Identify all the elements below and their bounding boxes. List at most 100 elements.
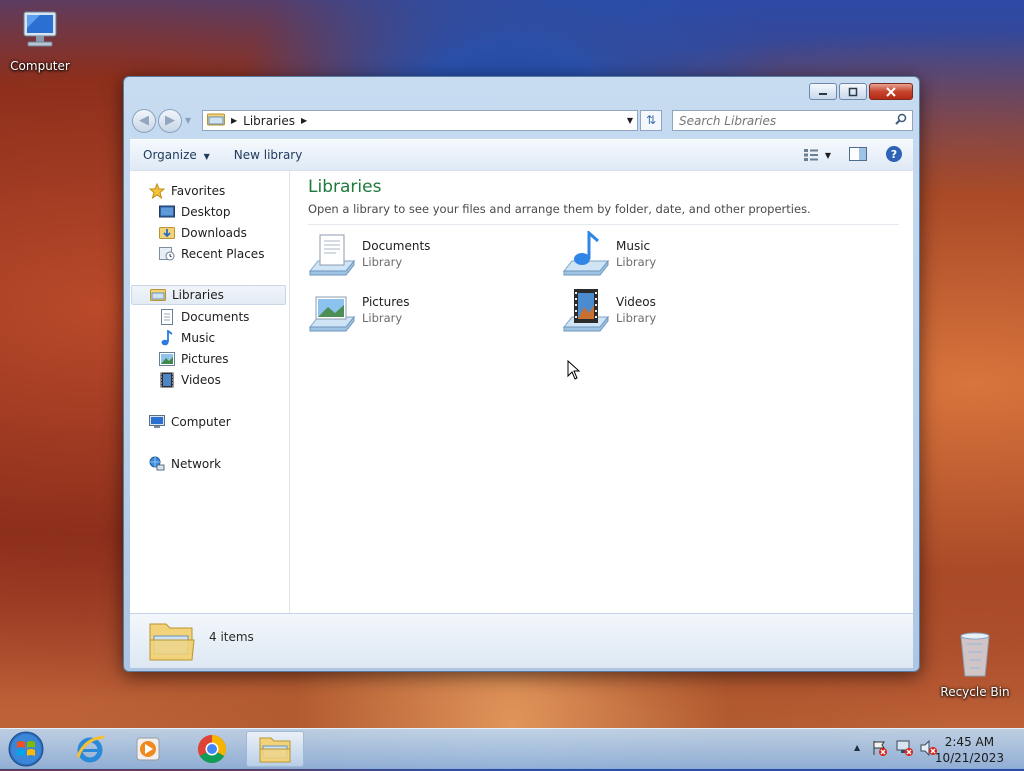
search-box[interactable]	[672, 110, 913, 131]
desktop-computer-icon[interactable]: Computer	[0, 10, 80, 73]
divider	[308, 224, 899, 225]
sidebar-item-label: Downloads	[181, 226, 247, 240]
item-count: 4 items	[209, 630, 254, 644]
library-type: Library	[362, 311, 403, 325]
content-pane: Libraries Open a library to see your fil…	[290, 171, 913, 614]
show-hidden-icons-button[interactable]: ▲	[854, 743, 860, 752]
minimize-icon	[819, 92, 827, 95]
refresh-button[interactable]: ⇅	[640, 110, 662, 131]
sidebar-item-desktop[interactable]: Desktop	[130, 202, 316, 222]
pictures-icon	[159, 351, 175, 367]
svg-text:?: ?	[891, 148, 897, 161]
sidebar-item-label: Computer	[171, 415, 231, 429]
desktop-computer-label: Computer	[10, 59, 70, 73]
library-music[interactable]: Music Library	[562, 229, 792, 281]
taskbar-chrome[interactable]	[184, 731, 240, 767]
breadcrumb-arrow-icon[interactable]: ▶	[231, 116, 237, 125]
taskbar-media-player[interactable]	[121, 731, 177, 767]
sidebar-item-libraries[interactable]: Libraries	[131, 285, 286, 305]
page-title: Libraries	[308, 177, 382, 197]
organize-menu[interactable]: Organize ▼	[130, 148, 222, 162]
sidebar-item-label: Libraries	[172, 288, 224, 302]
sidebar-item-downloads[interactable]: Downloads	[130, 223, 316, 243]
library-type: Library	[616, 311, 657, 325]
library-videos[interactable]: Videos Library	[562, 287, 792, 337]
sidebar-item-videos[interactable]: Videos	[130, 370, 316, 390]
close-button[interactable]	[869, 83, 913, 100]
videos-library-icon	[562, 287, 610, 335]
library-name: Music	[616, 239, 651, 253]
change-view-button[interactable]: ▼	[803, 148, 831, 162]
start-button[interactable]	[6, 730, 46, 771]
sidebar-item-label: Network	[171, 457, 222, 471]
library-name: Pictures	[362, 295, 410, 309]
preview-pane-button[interactable]	[849, 146, 867, 164]
search-icon[interactable]	[895, 113, 907, 128]
system-clock[interactable]: 2:45 AM 10/21/2023	[935, 734, 1004, 766]
recent-pages-dropdown[interactable]: ▼	[185, 116, 191, 125]
forward-arrow-icon: ▶	[165, 113, 175, 128]
explorer-body: Favorites Desktop Downloads Recent Place…	[130, 170, 913, 614]
chrome-icon	[198, 735, 226, 763]
libraries-folder-icon	[148, 618, 196, 667]
sidebar-item-music[interactable]: Music	[130, 328, 316, 348]
taskbar-internet-explorer[interactable]	[62, 731, 118, 767]
star-icon	[149, 183, 165, 199]
clock-date: 10/21/2023	[934, 751, 1004, 765]
forward-button[interactable]: ▶	[158, 109, 182, 133]
navigation-pane: Favorites Desktop Downloads Recent Place…	[130, 171, 290, 614]
new-library-button[interactable]: New library	[222, 148, 315, 162]
help-button[interactable]: ?	[885, 145, 903, 166]
navigation-bar: ◀ ▶ ▼ ▶ Libraries ▶ ▼ ⇅	[130, 107, 913, 135]
windows-logo-icon	[8, 731, 44, 767]
address-bar[interactable]: ▶ Libraries ▶ ▼	[202, 110, 638, 131]
music-note-icon	[159, 330, 175, 346]
new-library-label: New library	[233, 148, 303, 162]
back-arrow-icon: ◀	[139, 113, 149, 128]
file-explorer-icon	[259, 737, 291, 763]
back-button[interactable]: ◀	[132, 109, 156, 133]
library-name: Documents	[362, 239, 431, 253]
library-documents[interactable]: Documents Library	[308, 231, 538, 281]
sidebar-item-computer[interactable]: Computer	[130, 412, 306, 432]
sidebar-item-label: Pictures	[181, 352, 229, 366]
documents-icon	[159, 309, 175, 325]
downloads-folder-icon	[159, 225, 175, 241]
sidebar-item-network[interactable]: Network	[130, 454, 306, 474]
view-options-icon	[803, 149, 818, 161]
window-controls	[807, 83, 913, 100]
network-status-icon[interactable]	[896, 740, 914, 759]
recent-places-icon	[159, 246, 175, 262]
sidebar-item-label: Desktop	[181, 205, 231, 219]
details-pane: 4 items	[130, 613, 913, 668]
page-description: Open a library to see your files and arr…	[308, 202, 811, 216]
library-type: Library	[362, 255, 403, 269]
action-center-icon[interactable]	[872, 740, 888, 759]
sidebar-item-label: Favorites	[171, 184, 226, 198]
breadcrumb-libraries[interactable]: Libraries	[243, 114, 295, 128]
sidebar-item-favorites[interactable]: Favorites	[130, 181, 306, 201]
breadcrumb-arrow-icon[interactable]: ▶	[301, 116, 307, 125]
video-film-icon	[159, 372, 175, 388]
search-input[interactable]	[673, 112, 895, 129]
sidebar-item-label: Documents	[181, 310, 250, 324]
network-icon	[149, 456, 165, 472]
minimize-button[interactable]	[809, 83, 837, 100]
address-history-dropdown[interactable]: ▼	[627, 116, 633, 125]
pictures-library-icon	[308, 287, 356, 335]
libraries-icon	[150, 287, 166, 303]
taskbar-file-explorer[interactable]	[246, 731, 304, 767]
library-pictures[interactable]: Pictures Library	[308, 287, 538, 337]
restore-button[interactable]	[839, 83, 867, 100]
library-folder-icon	[207, 112, 225, 129]
computer-icon	[149, 414, 165, 430]
desktop-recycle-bin[interactable]: Recycle Bin	[935, 630, 1015, 699]
system-tray: ▲ 2:45 AM 10/21/2023	[834, 729, 1024, 769]
sidebar-item-pictures[interactable]: Pictures	[130, 349, 316, 369]
chevron-down-icon: ▼	[824, 150, 831, 160]
sidebar-item-recent-places[interactable]: Recent Places	[130, 244, 316, 264]
sidebar-item-documents[interactable]: Documents	[130, 307, 316, 327]
close-icon	[886, 86, 896, 97]
organize-label: Organize	[143, 148, 197, 162]
library-name: Videos	[616, 295, 656, 309]
